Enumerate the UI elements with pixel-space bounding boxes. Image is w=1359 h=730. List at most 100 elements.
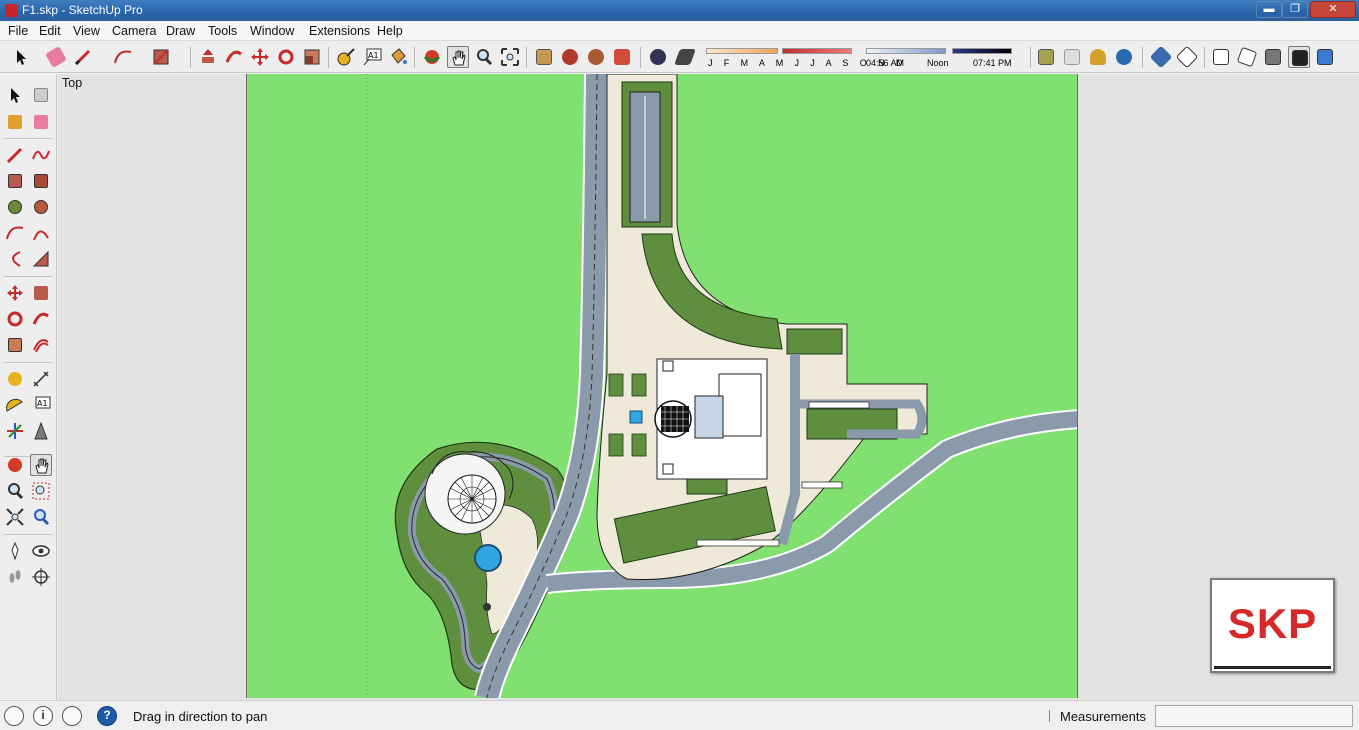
menu-tools[interactable]: Tools xyxy=(208,24,237,38)
monochrome-style-button[interactable] xyxy=(1314,46,1336,68)
left-previous-view-button[interactable] xyxy=(30,506,52,528)
left-rotate-button[interactable] xyxy=(4,308,26,330)
eraser-tool-button[interactable] xyxy=(45,46,67,68)
zoom-window-icon xyxy=(32,482,50,500)
close-icon: ✕ xyxy=(1328,3,1338,15)
shaded-style-button[interactable] xyxy=(1262,46,1284,68)
left-rectangle-button[interactable] xyxy=(4,170,26,192)
left-2point-arc-button[interactable] xyxy=(30,222,52,244)
share-model-button[interactable] xyxy=(559,46,581,68)
google-earth-button[interactable] xyxy=(1113,46,1135,68)
left-arc-button[interactable] xyxy=(4,222,26,244)
tape-measure-tool-button[interactable] xyxy=(335,46,357,68)
left-section-plane-button[interactable] xyxy=(30,566,52,588)
menu-extensions[interactable]: Extensions xyxy=(309,24,370,38)
left-paint-button[interactable] xyxy=(4,111,26,133)
zoom-tool-button[interactable] xyxy=(473,46,495,68)
minimize-button[interactable]: ▬ xyxy=(1256,1,1282,18)
orbit-tool-button[interactable] xyxy=(421,46,443,68)
menu-draw[interactable]: Draw xyxy=(166,24,195,38)
pan-tool-button[interactable] xyxy=(447,46,469,68)
geo-location-icon[interactable] xyxy=(4,706,24,726)
left-orbit-button[interactable] xyxy=(4,454,26,476)
left-select-button[interactable] xyxy=(4,84,26,106)
left-axes-button[interactable] xyxy=(4,420,26,442)
street-view-button[interactable] xyxy=(1087,46,1109,68)
scale-tool-button[interactable] xyxy=(301,46,323,68)
left-pie-button[interactable] xyxy=(30,248,52,270)
textured-style-button[interactable] xyxy=(1288,46,1310,68)
text-label-icon: A1 xyxy=(363,48,382,66)
status-message: Drag in direction to pan xyxy=(133,709,268,724)
left-walk-button[interactable] xyxy=(4,566,26,588)
line-tool-button[interactable] xyxy=(72,46,94,68)
left-line-button[interactable] xyxy=(4,144,26,166)
push-pull-tool-button[interactable] xyxy=(197,46,219,68)
left-rotated-rectangle-button[interactable] xyxy=(30,170,52,192)
left-tape-measure-button[interactable] xyxy=(4,368,26,390)
left-eraser-button[interactable] xyxy=(30,111,52,133)
zoom-extents-icon xyxy=(501,48,519,66)
get-models-button[interactable] xyxy=(585,46,607,68)
site-plan-model[interactable] xyxy=(246,74,1078,698)
shadow-settings-button[interactable] xyxy=(647,46,669,68)
display-shadows-button[interactable] xyxy=(674,46,696,68)
left-component-button[interactable] xyxy=(30,84,52,106)
warehouse-button[interactable] xyxy=(533,46,555,68)
push-pull-icon xyxy=(202,49,214,63)
left-freehand-button[interactable] xyxy=(30,144,52,166)
left-circle-button[interactable] xyxy=(4,196,26,218)
menu-help[interactable]: Help xyxy=(377,24,403,38)
terrain-button[interactable] xyxy=(1061,46,1083,68)
help-icon[interactable]: ? xyxy=(97,706,117,726)
left-position-camera-button[interactable] xyxy=(4,540,26,562)
menu-window[interactable]: Window xyxy=(250,24,294,38)
text-tool-button[interactable]: A1 xyxy=(361,46,383,68)
top-view-button[interactable] xyxy=(1175,45,1199,69)
move-tool-button[interactable] xyxy=(249,46,271,68)
globe-icon xyxy=(1116,49,1132,65)
menu-camera[interactable]: Camera xyxy=(112,24,156,38)
paint-bucket-icon xyxy=(8,115,22,129)
close-button[interactable]: ✕ xyxy=(1310,1,1356,18)
wireframe-style-button[interactable] xyxy=(1236,46,1258,68)
left-follow-me-button[interactable] xyxy=(30,308,52,330)
rotate-tool-button[interactable] xyxy=(275,46,297,68)
credits-icon[interactable]: i xyxy=(33,706,53,726)
menu-edit[interactable]: Edit xyxy=(39,24,61,38)
user-account-icon[interactable] xyxy=(62,706,82,726)
xray-style-button[interactable] xyxy=(1210,46,1232,68)
zoom-extents-tool-button[interactable] xyxy=(499,46,521,68)
menu-file[interactable]: File xyxy=(8,24,28,38)
extension-warehouse-button[interactable] xyxy=(611,46,633,68)
left-offset-button[interactable] xyxy=(30,334,52,356)
left-pan-button[interactable] xyxy=(30,454,52,476)
rectangle-tool-button[interactable] xyxy=(150,46,172,68)
left-zoom-window-button[interactable] xyxy=(30,480,52,502)
eraser-icon xyxy=(34,115,48,129)
left-push-pull-button[interactable] xyxy=(30,282,52,304)
arrow-cursor-icon xyxy=(11,88,20,103)
drawing-viewport[interactable]: Top SKP xyxy=(58,74,1359,700)
left-text-button[interactable]: A1 xyxy=(30,394,52,416)
left-zoom-extents-button[interactable] xyxy=(4,506,26,528)
left-protractor-button[interactable] xyxy=(4,394,26,416)
left-polygon-button[interactable] xyxy=(30,196,52,218)
map-button[interactable] xyxy=(1035,46,1057,68)
select-tool-button[interactable] xyxy=(10,46,32,68)
left-look-around-button[interactable] xyxy=(30,540,52,562)
menu-view[interactable]: View xyxy=(73,24,100,38)
left-zoom-button[interactable] xyxy=(4,480,26,502)
measurements-input[interactable] xyxy=(1155,705,1353,727)
left-move-button[interactable] xyxy=(4,282,26,304)
paint-bucket-tool-button[interactable] xyxy=(387,46,409,68)
follow-me-tool-button[interactable] xyxy=(223,46,245,68)
left-scale-button[interactable] xyxy=(4,334,26,356)
left-dimension-button[interactable] xyxy=(30,368,52,390)
maximize-button[interactable]: ❐ xyxy=(1282,1,1308,18)
left-3point-arc-button[interactable] xyxy=(4,248,26,270)
arc-tool-button[interactable] xyxy=(112,46,134,68)
iso-view-button[interactable] xyxy=(1149,45,1173,69)
left-3d-text-button[interactable] xyxy=(30,420,52,442)
textured-style-icon xyxy=(1292,50,1308,66)
